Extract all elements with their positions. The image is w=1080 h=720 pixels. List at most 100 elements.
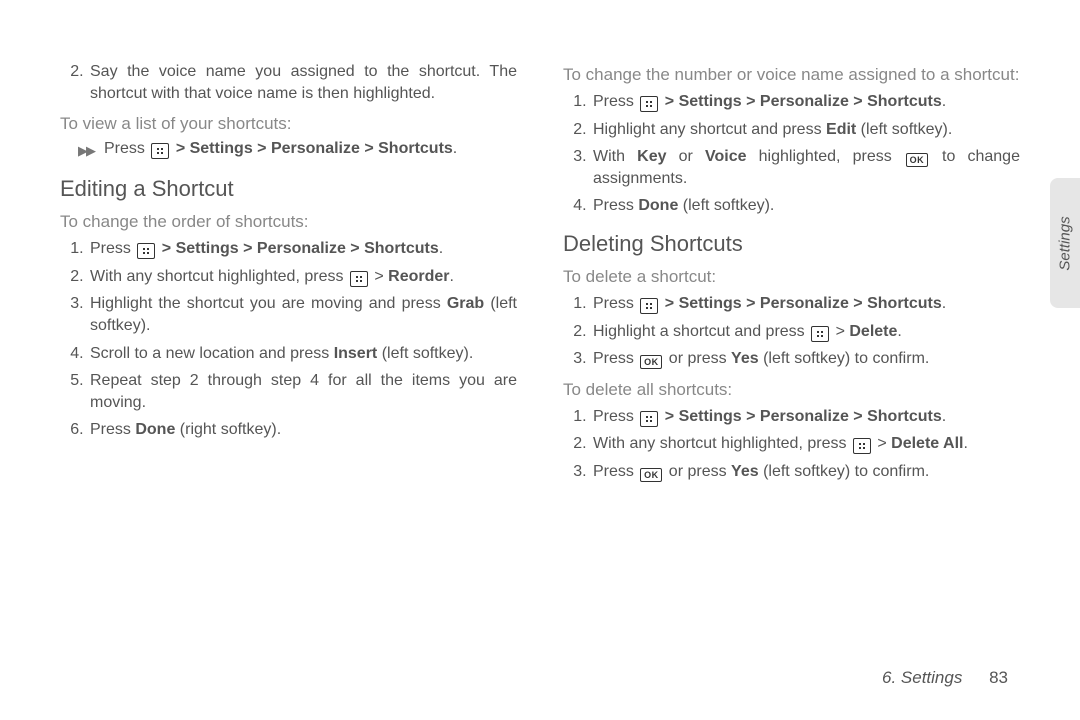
text: >: [831, 323, 849, 340]
heading-editing-shortcut: Editing a Shortcut: [60, 176, 517, 202]
text: With any shortcut highlighted, press: [593, 435, 851, 452]
text: Highlight a shortcut and press: [593, 323, 809, 340]
delete-all-steps: Press > Settings > Personalize > Shortcu…: [563, 406, 1020, 483]
delete-label: Delete: [849, 323, 897, 340]
manual-page: Say the voice name you assigned to the s…: [0, 0, 1080, 720]
view-shortcuts-bullet: ▶▶ Press > Settings > Personalize > Shor…: [78, 140, 517, 162]
text: Press: [593, 197, 638, 214]
text: Press: [90, 421, 135, 438]
delall-step-3: Press OK or press Yes (left softkey) to …: [591, 461, 1020, 483]
change-assign-steps: Press > Settings > Personalize > Shortcu…: [563, 91, 1020, 217]
change-step-3: With Key or Voice highlighted, press OK …: [591, 146, 1020, 189]
text: With: [593, 148, 637, 165]
text: Press: [593, 93, 638, 110]
change-step-1: Press > Settings > Personalize > Shortcu…: [591, 91, 1020, 113]
edit-step-1: Press > Settings > Personalize > Shortcu…: [88, 238, 517, 260]
grab-label: Grab: [447, 295, 484, 312]
text: Highlight any shortcut and press: [593, 121, 826, 138]
done-label: Done: [135, 421, 175, 438]
text: (left softkey).: [377, 345, 473, 362]
yes-label: Yes: [731, 350, 759, 367]
edit-step-5: Repeat step 2 through step 4 for all the…: [88, 370, 517, 413]
text: highlighted, press: [747, 148, 904, 165]
period: .: [897, 323, 901, 340]
menu-key-icon: [640, 411, 658, 427]
nav-path: > Settings > Personalize > Shortcuts: [176, 140, 453, 157]
bullet-arrow-icon: ▶▶: [78, 140, 94, 162]
voice-step-2: Say the voice name you assigned to the s…: [88, 61, 517, 104]
text: (right softkey).: [175, 421, 281, 438]
menu-key-icon: [640, 298, 658, 314]
menu-key-icon: [640, 96, 658, 112]
text: >: [370, 268, 388, 285]
insert-label: Insert: [334, 345, 378, 362]
delete-all-intro: To delete all shortcuts:: [563, 380, 1020, 400]
yes-label: Yes: [731, 463, 759, 480]
text: Press: [593, 408, 638, 425]
text: Press: [593, 463, 638, 480]
menu-key-icon: [137, 243, 155, 259]
done-label: Done: [638, 197, 678, 214]
footer-page-number: 83: [989, 668, 1008, 687]
period: .: [942, 408, 946, 425]
menu-key-icon: [151, 143, 169, 159]
edit-step-3: Highlight the shortcut you are moving an…: [88, 293, 517, 336]
menu-key-icon: [811, 326, 829, 342]
period: .: [963, 435, 967, 452]
ok-key-icon: OK: [906, 153, 928, 167]
edit-order-intro: To change the order of shortcuts:: [60, 212, 517, 232]
period: .: [942, 295, 946, 312]
text: or press: [664, 350, 731, 367]
text: (left softkey) to confirm.: [759, 350, 930, 367]
text: >: [873, 435, 891, 452]
text: Scroll to a new location and press: [90, 345, 334, 362]
nav-path: > Settings > Personalize > Shortcuts: [157, 240, 438, 257]
edit-step-6: Press Done (right softkey).: [88, 419, 517, 441]
menu-key-icon: [350, 271, 368, 287]
delall-step-1: Press > Settings > Personalize > Shortcu…: [591, 406, 1020, 428]
side-tab-settings: Settings: [1050, 178, 1080, 308]
nav-path: > Settings > Personalize > Shortcuts: [660, 93, 941, 110]
ok-key-icon: OK: [640, 468, 662, 482]
period: .: [942, 93, 946, 110]
del1-step-2: Highlight a shortcut and press > Delete.: [591, 321, 1020, 343]
page-footer: 6. Settings 83: [882, 668, 1008, 688]
edit-label: Edit: [826, 121, 856, 138]
text: or: [667, 148, 706, 165]
voice-label: Voice: [705, 148, 747, 165]
reorder-label: Reorder: [388, 268, 449, 285]
press-label: Press: [104, 140, 145, 157]
view-shortcuts-text: Press > Settings > Personalize > Shortcu…: [104, 140, 457, 159]
delete-all-label: Delete All: [891, 435, 963, 452]
del1-step-1: Press > Settings > Personalize > Shortcu…: [591, 293, 1020, 315]
text: or press: [664, 463, 731, 480]
text: (left softkey).: [856, 121, 952, 138]
text: (left softkey).: [678, 197, 774, 214]
change-step-4: Press Done (left softkey).: [591, 195, 1020, 217]
edit-order-steps: Press > Settings > Personalize > Shortcu…: [60, 238, 517, 441]
menu-key-icon: [853, 438, 871, 454]
text: With any shortcut highlighted, press: [90, 268, 348, 285]
footer-chapter: 6. Settings: [882, 668, 962, 687]
heading-deleting-shortcuts: Deleting Shortcuts: [563, 231, 1020, 257]
period: .: [439, 240, 443, 257]
text: Highlight the shortcut you are moving an…: [90, 295, 447, 312]
period: .: [453, 140, 457, 157]
edit-step-2: With any shortcut highlighted, press > R…: [88, 266, 517, 288]
ok-key-icon: OK: [640, 355, 662, 369]
text: Press: [90, 240, 135, 257]
change-step-2: Highlight any shortcut and press Edit (l…: [591, 119, 1020, 141]
text: Press: [593, 295, 638, 312]
delall-step-2: With any shortcut highlighted, press > D…: [591, 433, 1020, 455]
edit-step-4: Scroll to a new location and press Inser…: [88, 343, 517, 365]
nav-path: > Settings > Personalize > Shortcuts: [660, 295, 941, 312]
side-tab-label: Settings: [1057, 216, 1074, 270]
text: (left softkey) to confirm.: [759, 463, 930, 480]
voice-step-list: Say the voice name you assigned to the s…: [60, 61, 517, 104]
change-assign-intro: To change the number or voice name assig…: [563, 65, 1020, 85]
view-shortcuts-intro: To view a list of your shortcuts:: [60, 114, 517, 134]
delete-one-intro: To delete a shortcut:: [563, 267, 1020, 287]
nav-path: > Settings > Personalize > Shortcuts: [660, 408, 941, 425]
delete-one-steps: Press > Settings > Personalize > Shortcu…: [563, 293, 1020, 370]
period: .: [450, 268, 454, 285]
